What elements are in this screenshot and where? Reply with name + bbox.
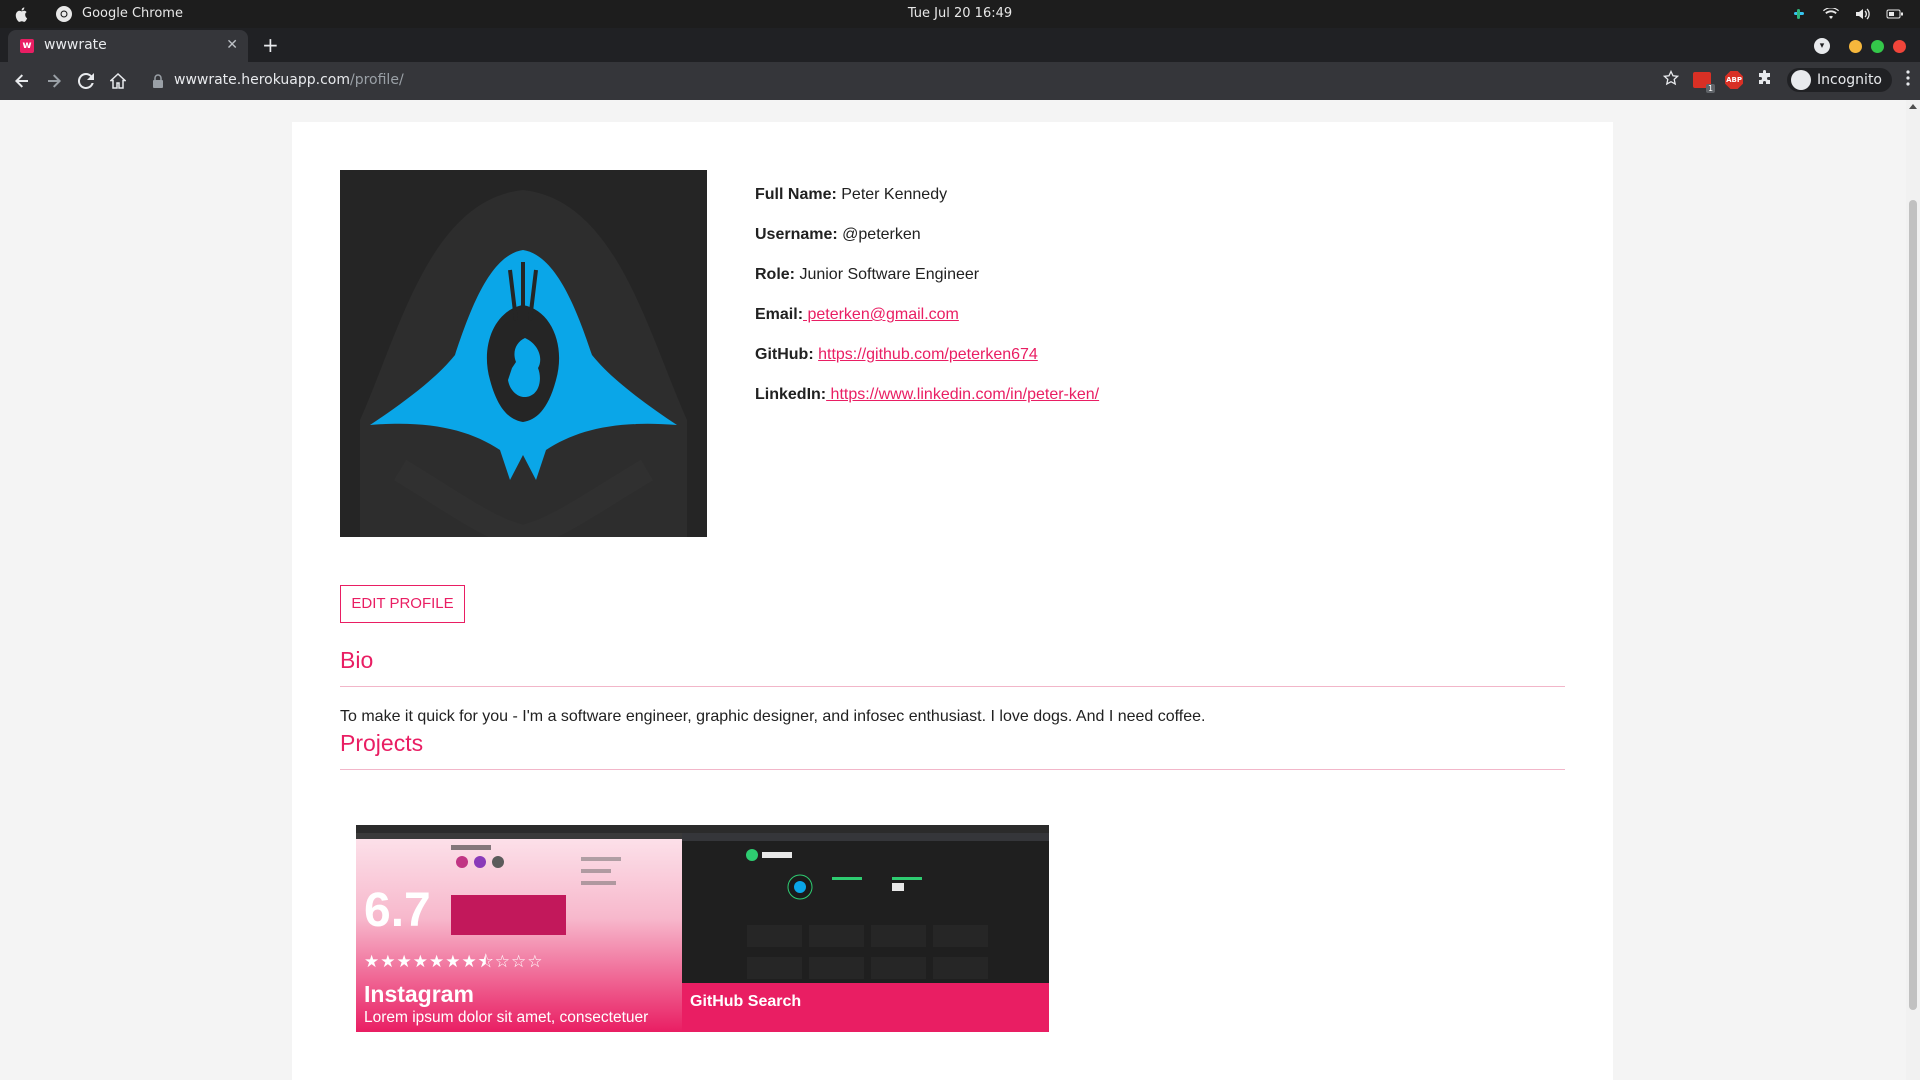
wwwrate-favicon-icon: w [20, 39, 34, 53]
home-button[interactable] [107, 70, 129, 92]
role-label: Role: [755, 266, 795, 283]
full-name-value: Peter Kennedy [836, 186, 948, 203]
profile-row-full-name: Full Name: Peter Kennedy [755, 186, 1099, 226]
profile-row-github: GitHub: https://github.com/peterken674 [755, 346, 1099, 386]
project-score: 6.7 [364, 884, 431, 937]
tab-title: wwwrate [44, 37, 107, 53]
profile-info: Full Name: Peter Kennedy Username: @pete… [755, 186, 1099, 426]
projects-divider [340, 769, 1565, 770]
username-value: @peterken [837, 226, 921, 243]
incognito-label: Incognito [1817, 72, 1882, 88]
linkedin-link[interactable]: https://www.linkedin.com/in/peter-ken/ [826, 386, 1100, 403]
home-icon [110, 73, 126, 89]
bio-text: To make it quick for you - I'm a softwar… [340, 708, 1206, 725]
edit-profile-button[interactable]: EDIT PROFILE [340, 585, 465, 623]
github-search-screenshot-icon [682, 825, 1049, 983]
volume-icon[interactable] [1854, 5, 1872, 23]
role-value: Junior Software Engineer [795, 266, 980, 283]
page-scrollbar[interactable] [1906, 100, 1920, 1080]
minimize-button[interactable] [1849, 39, 1862, 53]
username-label: Username: [755, 226, 838, 243]
project-description-instagram: Lorem ipsum dolor sit amet, consectetuer [364, 1009, 649, 1026]
project-card-github-search[interactable]: GitHub Search [682, 825, 1049, 1032]
scroll-up-icon[interactable] [1909, 104, 1917, 109]
project-title-instagram: Instagram [364, 981, 474, 1007]
extensions-puzzle-icon[interactable] [1757, 70, 1773, 90]
back-button[interactable] [11, 70, 33, 92]
window-controls: ▾ [1814, 38, 1906, 54]
project-rating-stars-icon: ★★★★★★★⯪☆☆☆ [364, 952, 544, 971]
url-path: /profile/ [350, 72, 404, 88]
chrome-menu-icon[interactable] [1906, 70, 1910, 90]
reload-icon [78, 73, 94, 89]
close-window-button[interactable] [1893, 39, 1906, 53]
os-top-bar: Google Chrome Tue Jul 20 16:49 [0, 0, 1920, 28]
email-label: Email: [755, 306, 804, 323]
url-host: wwwrate.herokuapp.com [174, 72, 350, 88]
profile-row-linkedin: LinkedIn: https://www.linkedin.com/in/pe… [755, 386, 1099, 426]
reload-button[interactable] [75, 70, 97, 92]
lock-icon[interactable] [152, 74, 164, 88]
scrollbar-thumb[interactable] [1909, 200, 1917, 1010]
projects-heading: Projects [340, 730, 424, 756]
adblock-plus-icon[interactable]: ABP [1725, 71, 1744, 89]
page-viewport: Full Name: Peter Kennedy Username: @pete… [0, 100, 1920, 1080]
linkedin-label: LinkedIn: [755, 386, 827, 403]
arrow-right-icon [48, 74, 61, 88]
bio-heading: Bio [340, 647, 374, 673]
profile-row-email: Email: peterken@gmail.com [755, 306, 1099, 346]
email-link[interactable]: peterken@gmail.com [803, 306, 958, 323]
project-card-instagram[interactable]: 6.7 ★★★★★★★⯪☆☆☆ Instagram Lorem ipsum do… [356, 825, 723, 1032]
profile-row-role: Role: Junior Software Engineer [755, 266, 1099, 306]
browser-toolbar: wwwrate.herokuapp.com/profile/ 1 ABP Inc… [0, 62, 1920, 100]
profile-avatar [340, 170, 707, 537]
incognito-profile-button[interactable]: Incognito [1787, 68, 1892, 92]
github-link[interactable]: https://github.com/peterken674 [818, 346, 1038, 363]
address-bar[interactable]: wwwrate.herokuapp.com/profile/ [140, 67, 1630, 95]
battery-icon[interactable] [1886, 5, 1904, 23]
forward-button[interactable] [43, 70, 65, 92]
tab-wwwrate[interactable]: w wwwrate ✕ [8, 30, 248, 62]
toolbar-right-icons: 1 ABP Incognito [1662, 68, 1910, 93]
slack-icon[interactable] [1790, 5, 1808, 23]
maximize-button[interactable] [1871, 39, 1884, 53]
extension-badge-count: 1 [1705, 84, 1716, 93]
bio-divider [340, 686, 1565, 687]
tab-close-icon[interactable]: ✕ [226, 37, 238, 53]
arrow-left-icon [15, 74, 28, 88]
project-title-github-search: GitHub Search [690, 993, 802, 1010]
incognito-icon [1791, 70, 1812, 90]
project-screenshot-github-search [682, 825, 1049, 983]
url-text[interactable]: wwwrate.herokuapp.com/profile/ [174, 72, 404, 88]
profile-row-username: Username: @peterken [755, 226, 1099, 266]
new-tab-button[interactable]: + [262, 33, 279, 57]
system-tray [1790, 5, 1904, 23]
extension-badge-icon[interactable]: 1 [1693, 72, 1716, 93]
github-label: GitHub: [755, 346, 814, 363]
wifi-icon[interactable] [1822, 5, 1840, 23]
bookmark-star-icon[interactable] [1662, 69, 1680, 90]
hooded-figure-icon [340, 170, 707, 537]
full-name-label: Full Name: [755, 186, 837, 203]
system-clock[interactable]: Tue Jul 20 16:49 [0, 6, 1920, 21]
tab-strip: w wwwrate ✕ [0, 28, 1920, 62]
tab-search-icon[interactable]: ▾ [1814, 38, 1830, 54]
profile-card: Full Name: Peter Kennedy Username: @pete… [292, 122, 1613, 1080]
